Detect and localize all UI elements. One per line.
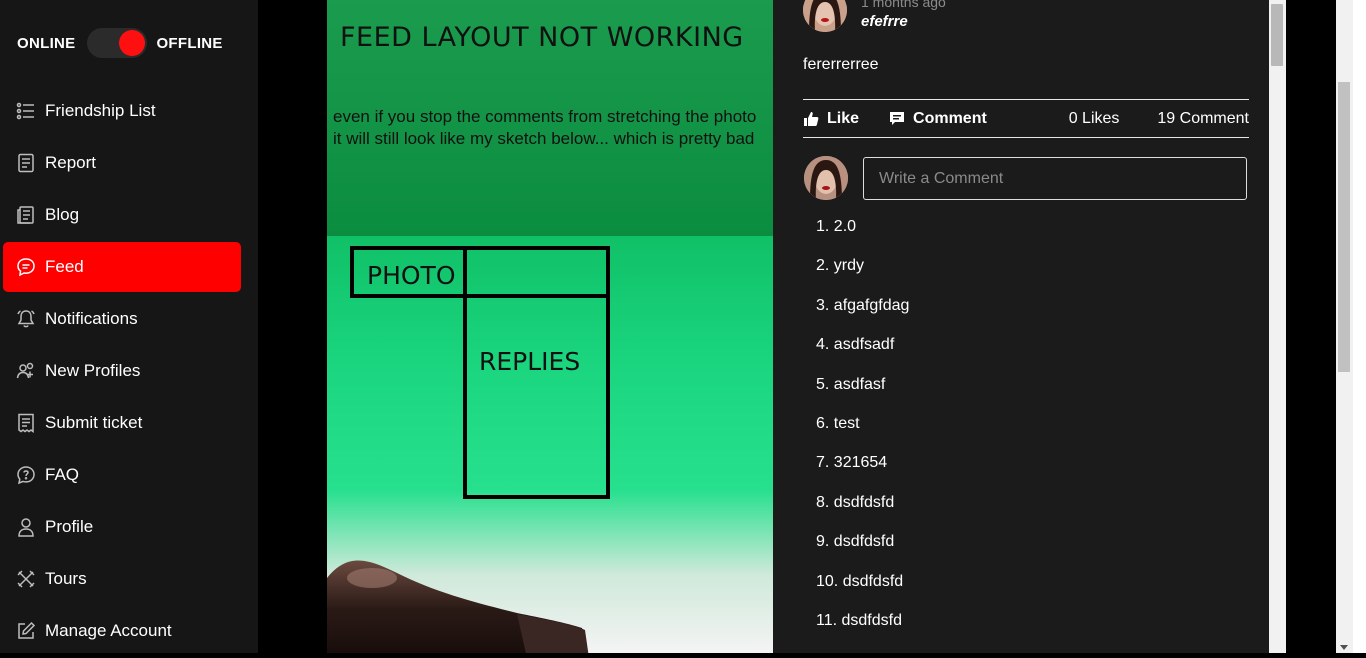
user-icon [15,516,37,538]
list-item: 8. dsdfdsfd [816,493,895,511]
scroll-down-arrow-icon[interactable] [1340,645,1348,650]
add-user-icon [15,360,37,382]
comments-scrollbar-thumb[interactable] [1271,4,1283,66]
sidebar-item-blog[interactable]: Blog [3,190,241,240]
sidebar-item-label: Friendship List [45,101,156,120]
page-gutter [1286,0,1336,653]
window-scrollbar[interactable] [1336,0,1353,653]
sidebar-item-faq[interactable]: FAQ [3,450,241,500]
image-title: FEED LAYOUT NOT WORKING [340,22,744,53]
sidebar-item-label: Feed [45,257,84,276]
list-item: 1. 2.0 [816,218,857,235]
list-item: 10. dsdfdsfd [816,572,904,590]
list-item: 9. dsdfdsfd [816,533,895,551]
comment-list: 1. 2.0 2. yrdy 3. afgafgfdag 4. asdfsadf… [816,217,909,650]
list-item: 2. yrdy [816,257,865,275]
report-icon [15,152,37,174]
post-actions: Like Comment 0 Likes 19 Comment [803,99,1249,138]
bottle-image [327,560,589,653]
sidebar-item-label: Submit ticket [45,413,143,432]
list-icon [15,100,37,122]
window-scrollbar-thumb[interactable] [1338,82,1350,372]
sidebar-item-label: New Profiles [45,361,141,380]
post-image: FEED LAYOUT NOT WORKING even if you stop… [327,0,773,653]
sidebar-item-label: Report [45,153,97,172]
like-label: Like [827,109,860,127]
status-toggle[interactable] [87,28,148,58]
comment-button[interactable]: Comment [889,110,987,128]
post-details-panel: 1 months ago efefrre fererrerree Like Co… [773,0,1269,653]
tours-icon [15,568,37,590]
author-name[interactable]: efefrre [861,13,908,30]
sidebar-item-label: Tours [45,569,87,588]
thumbs-up-icon [804,111,819,126]
like-button[interactable]: Like [803,110,859,128]
sidebar-item-notifications[interactable]: Notifications [3,294,241,344]
blog-icon [15,204,37,226]
list-item: 6. test [816,414,860,432]
help-icon [15,464,37,486]
sidebar-item-tours[interactable]: Tours [3,554,241,604]
list-item: 11. dsdfdsfd [816,611,902,629]
status-toggle-row: ONLINE OFFLINE [17,28,223,58]
comments-count[interactable]: 19 Comment [1157,110,1249,128]
window-edge [1353,0,1366,653]
sidebar-nav: Friendship List Report Blog Feed Notific… [3,86,241,658]
edit-icon [15,620,37,642]
comments-scrollbar[interactable] [1269,0,1286,653]
likes-count: 0 Likes [1068,109,1120,127]
sidebar-item-label: Blog [45,205,80,224]
comment-label: Comment [913,109,987,127]
list-item: 3. afgafgfdag [816,296,910,314]
post-time: 1 months ago [861,0,946,10]
comment-icon [890,111,905,125]
ticket-icon [15,412,37,434]
sidebar-item-manage-account[interactable]: Manage Account [3,606,241,656]
current-user-avatar [804,156,848,200]
sidebar-item-submit-ticket[interactable]: Submit ticket [3,398,241,448]
online-label: ONLINE [17,34,76,52]
sidebar-item-new-profiles[interactable]: New Profiles [3,346,241,396]
chat-icon [15,256,37,278]
sidebar-item-friendship-list[interactable]: Friendship List [3,86,241,136]
toggle-knob [119,30,146,56]
sidebar-item-feed[interactable]: Feed [3,242,241,292]
bell-icon [15,308,37,330]
sidebar-item-profile[interactable]: Profile [3,502,241,552]
sidebar-item-label: FAQ [45,465,80,484]
post-body: fererrerree [803,56,879,73]
list-item: 5. asdfasf [816,375,886,393]
sketch-replies-label: REPLIES [479,347,581,376]
comment-input[interactable] [863,157,1247,200]
sidebar-item-label: Profile [45,517,94,536]
list-item: 4. asdfsadf [816,336,895,354]
sketch-photo-label: PHOTO [367,261,456,290]
sidebar-item-label: Notifications [45,309,138,328]
sidebar-item-report[interactable]: Report [3,138,241,188]
sidebar-item-label: Manage Account [45,621,172,640]
offline-label: OFFLINE [156,34,223,52]
image-text: even if you stop the comments from stret… [333,107,757,148]
sidebar: ONLINE OFFLINE Friendship List Report Bl… [0,0,258,653]
list-item: 7. 321654 [816,454,888,472]
author-avatar[interactable] [803,0,847,32]
